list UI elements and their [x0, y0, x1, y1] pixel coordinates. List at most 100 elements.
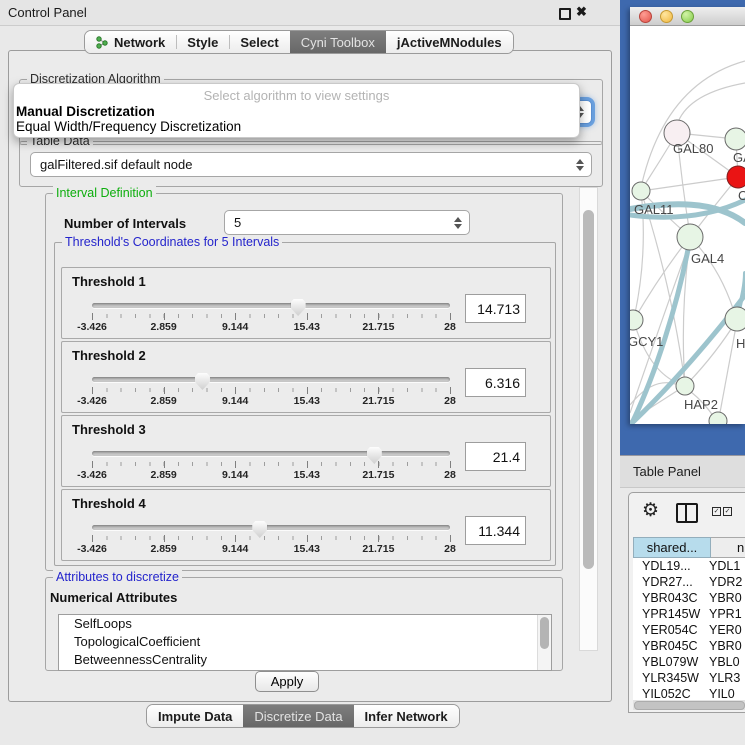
cell[interactable]: YPR145W: [633, 607, 709, 621]
threshold-3-panel: Threshold 3 -3.426 2.859 9.144 15.43 21.…: [61, 415, 551, 487]
list-scrollbar[interactable]: [537, 615, 551, 670]
threshold-2-slider[interactable]: -3.426 2.859 9.144 15.43 21.715 28: [92, 373, 450, 409]
dropdown-option-equal-width-frequency[interactable]: Equal Width/Frequency Discretization: [14, 119, 579, 134]
cell[interactable]: YBR043C: [633, 591, 709, 605]
control-panel-tabs: Network Style Select Cyni Toolbox jActiv…: [84, 30, 514, 54]
cell[interactable]: YLR345W: [633, 671, 709, 685]
slider-track[interactable]: [92, 377, 450, 382]
node-gal4[interactable]: [677, 224, 703, 250]
number-of-intervals-label: Number of Intervals: [64, 216, 186, 231]
table-row[interactable]: YPR145WYPR1: [633, 606, 745, 622]
table-row[interactable]: YER054CYER0: [633, 622, 745, 638]
threshold-1-panel: Threshold 1 -3.426 2.859 9.144 15.43 21.…: [61, 267, 551, 339]
threshold-4-slider[interactable]: -3.426 2.859 9.144 15.43 21.715 28: [92, 521, 450, 557]
node-label: GA: [733, 150, 745, 165]
table-row[interactable]: YBR043CYBR0: [633, 590, 745, 606]
list-item[interactable]: SelfLoops: [59, 615, 551, 633]
cell[interactable]: YLR3: [709, 671, 745, 685]
column-header-shared[interactable]: shared...: [633, 537, 711, 558]
network-window[interactable]: GAL80 GA C GAL11 GAL4 GCY1 H HAP2: [630, 7, 745, 424]
node-selected-red[interactable]: [727, 166, 745, 188]
close-traffic-light-icon[interactable]: [639, 10, 652, 23]
list-item[interactable]: BetweennessCentrality: [59, 651, 551, 669]
minimize-traffic-light-icon[interactable]: [660, 10, 673, 23]
checkbox-icon[interactable]: ✓: [712, 507, 721, 516]
network-canvas[interactable]: GAL80 GA C GAL11 GAL4 GCY1 H HAP2: [630, 25, 745, 424]
column-header-name[interactable]: n: [711, 537, 745, 558]
cell[interactable]: YIL052C: [633, 687, 709, 701]
dropdown-hint: Select algorithm to view settings: [14, 88, 579, 104]
threshold-3-value-field[interactable]: 21.4: [465, 442, 526, 471]
table-data-combobox[interactable]: galFiltered.sif default node: [30, 152, 592, 177]
cell[interactable]: YDL19...: [633, 559, 709, 573]
table-panel-header: Table Panel: [620, 455, 745, 488]
tab-style-label: Style: [187, 35, 218, 50]
cell[interactable]: YER0: [709, 623, 745, 637]
cell[interactable]: YER054C: [633, 623, 709, 637]
node-hap2[interactable]: [676, 377, 694, 395]
table-row[interactable]: YDL19...YDL1: [633, 558, 745, 574]
tab-style[interactable]: Style: [176, 31, 229, 53]
node-h[interactable]: [725, 307, 745, 331]
tab-infer-network-label: Infer Network: [365, 709, 448, 724]
float-window-icon[interactable]: [559, 8, 571, 20]
apply-button[interactable]: Apply: [255, 671, 319, 692]
threshold-2-value-field[interactable]: 6.316: [465, 368, 526, 397]
table-row[interactable]: YDR27...YDR2: [633, 574, 745, 590]
tab-select[interactable]: Select: [229, 31, 289, 53]
table-row[interactable]: YBL079WYBL0: [633, 654, 745, 670]
cell[interactable]: YBR0: [709, 591, 745, 605]
table-row[interactable]: YLR345WYLR3: [633, 670, 745, 686]
cell[interactable]: YDL1: [709, 559, 745, 573]
cell[interactable]: YBR045C: [633, 639, 709, 653]
close-icon[interactable]: ✖: [576, 4, 587, 20]
tick-label: 28: [444, 469, 456, 481]
panel-scrollbar[interactable]: [579, 187, 598, 651]
slider-track[interactable]: [92, 451, 450, 456]
split-columns-icon[interactable]: [676, 503, 698, 523]
tab-discretize-data[interactable]: Discretize Data: [243, 705, 353, 727]
node-gcy1[interactable]: [630, 310, 643, 330]
number-of-intervals-combobox[interactable]: 5: [224, 210, 470, 235]
tab-cyni-toolbox[interactable]: Cyni Toolbox: [290, 31, 386, 53]
threshold-1-value-field[interactable]: 14.713: [465, 294, 526, 323]
threshold-3-slider[interactable]: -3.426 2.859 9.144 15.43 21.715 28: [92, 447, 450, 483]
tab-network[interactable]: Network: [85, 31, 176, 53]
tick-label: 9.144: [222, 469, 248, 481]
cell[interactable]: YBL0: [709, 655, 745, 669]
checkbox-icon[interactable]: ✓: [723, 507, 732, 516]
cell[interactable]: YBL079W: [633, 655, 709, 669]
threshold-4-value-field[interactable]: 11.344: [465, 516, 526, 545]
tick-label: -3.426: [77, 469, 107, 481]
slider-track[interactable]: [92, 525, 450, 530]
table-horizontal-scrollbar[interactable]: [633, 700, 745, 710]
tab-jactivemnodules[interactable]: jActiveMNodules: [386, 31, 513, 53]
node-top-right[interactable]: [725, 128, 745, 150]
cell[interactable]: YPR1: [709, 607, 745, 621]
threshold-1-slider[interactable]: -3.426 2.859 9.144 15.43 21.715 28: [92, 299, 450, 335]
tab-impute-data[interactable]: Impute Data: [147, 705, 243, 727]
gear-icon[interactable]: ⚙: [642, 499, 659, 522]
attributes-group-title: Attributes to discretize: [53, 570, 182, 584]
table-row[interactable]: YBR045CYBR0: [633, 638, 745, 654]
slider-track[interactable]: [92, 303, 450, 308]
tab-infer-network[interactable]: Infer Network: [354, 705, 459, 727]
table-panel-title: Table Panel: [633, 464, 701, 479]
tick-label: -3.426: [77, 321, 107, 333]
scrollbar-thumb[interactable]: [583, 210, 594, 569]
cell[interactable]: YIL0: [709, 687, 745, 701]
dropdown-option-manual-discretization[interactable]: Manual Discretization: [14, 104, 579, 119]
cell[interactable]: YDR27...: [633, 575, 709, 589]
numerical-attributes-list[interactable]: SelfLoops TopologicalCoefficient Between…: [58, 614, 552, 671]
cell[interactable]: YDR2: [709, 575, 745, 589]
list-item[interactable]: TopologicalCoefficient: [59, 633, 551, 651]
cyni-bottom-tabs: Impute Data Discretize Data Infer Networ…: [146, 704, 460, 728]
scrollbar-thumb[interactable]: [634, 701, 745, 710]
algorithm-dropdown-popup: Select algorithm to view settings Manual…: [13, 83, 580, 138]
cell[interactable]: YBR0: [709, 639, 745, 653]
zoom-traffic-light-icon[interactable]: [681, 10, 694, 23]
attributes-group: Attributes to discretize Numerical Attri…: [45, 577, 563, 671]
node-label: GAL11: [634, 202, 674, 217]
node-gal11[interactable]: [632, 182, 650, 200]
scrollbar-thumb[interactable]: [540, 617, 549, 649]
